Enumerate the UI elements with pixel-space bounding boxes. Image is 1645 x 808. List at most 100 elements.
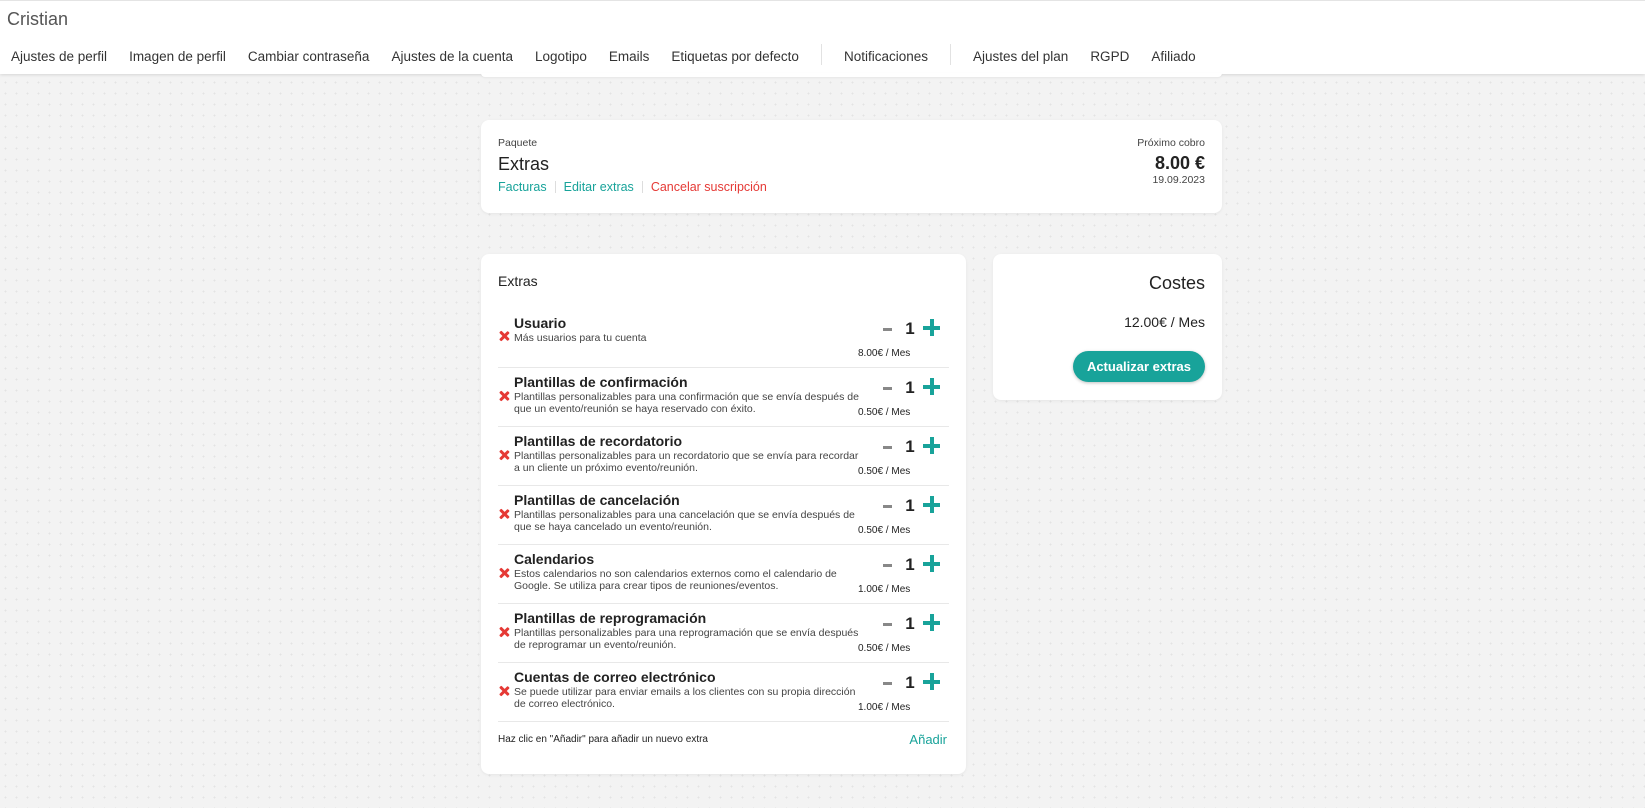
close-icon[interactable]	[498, 685, 510, 697]
extra-description: Más usuarios para tu cuenta	[514, 332, 647, 344]
extra-description: Se puede utilizar para enviar emails a l…	[514, 686, 856, 710]
plus-icon[interactable]	[923, 496, 940, 513]
next-charge-label: Próximo cobro	[1137, 137, 1205, 149]
extra-price: 0.50€ / Mes	[858, 525, 911, 536]
extra-description: Plantillas personalizables para una canc…	[514, 509, 855, 533]
quantity-stepper: 1	[880, 612, 940, 636]
update-extras-button[interactable]: Actualizar extras	[1072, 351, 1205, 382]
minus-icon[interactable]	[880, 435, 896, 459]
tab-profile-settings[interactable]: Ajustes de perfil	[0, 38, 118, 75]
tab-emails[interactable]: Emails	[598, 38, 661, 75]
next-charge-amount: 8.00 €	[1154, 153, 1205, 173]
minus-icon[interactable]	[880, 376, 896, 400]
quantity-stepper: 1	[880, 435, 940, 459]
costs-amount: 12.00€ / Mes	[1124, 314, 1205, 330]
extra-description: Plantillas personalizables para una repr…	[514, 627, 859, 651]
extra-name: Cuentas de correo electrónico	[514, 669, 716, 685]
quantity-stepper: 1	[880, 317, 940, 341]
close-icon[interactable]	[498, 567, 510, 579]
extras-card: Extras Usuario Más usuarios para tu cuen…	[481, 254, 966, 774]
extra-price: 8.00€ / Mes	[858, 348, 911, 359]
extra-name: Calendarios	[514, 551, 595, 567]
extra-price: 0.50€ / Mes	[858, 407, 911, 418]
costs-card: Costes 12.00€ / Mes Actualizar extras	[993, 254, 1222, 400]
close-icon[interactable]	[498, 390, 510, 402]
plus-icon[interactable]	[923, 673, 940, 690]
quantity-value: 1	[905, 378, 915, 397]
link-divider	[641, 181, 643, 193]
quantity-stepper: 1	[880, 553, 940, 577]
tab-divider	[950, 44, 951, 65]
extra-row-users: Usuario Más usuarios para tu cuenta 1 8.…	[498, 309, 949, 368]
invoices-link[interactable]: Facturas	[498, 180, 547, 194]
quantity-stepper: 1	[880, 494, 940, 518]
tab-plan-settings[interactable]: Ajustes del plan	[962, 38, 1080, 75]
extra-description: Plantillas personalizables para un recor…	[514, 450, 859, 474]
quantity-value: 1	[905, 614, 915, 633]
close-icon[interactable]	[498, 626, 510, 638]
add-extra-link[interactable]: Añadir	[909, 732, 947, 747]
costs-title: Costes	[1148, 273, 1205, 293]
plus-icon[interactable]	[923, 319, 940, 336]
extra-name: Plantillas de cancelación	[514, 492, 680, 508]
plus-icon[interactable]	[923, 437, 940, 454]
quantity-value: 1	[905, 496, 915, 515]
edit-extras-link[interactable]: Editar extras	[564, 180, 634, 194]
extra-row-cancellation-templates: Plantillas de cancelación Plantillas per…	[498, 486, 949, 545]
tab-default-labels[interactable]: Etiquetas por defecto	[660, 38, 810, 75]
tab-logo[interactable]: Logotipo	[524, 38, 598, 75]
extra-price: 0.50€ / Mes	[858, 643, 911, 654]
minus-icon[interactable]	[880, 612, 896, 636]
previous-card-edge	[481, 73, 1222, 77]
quantity-value: 1	[905, 673, 915, 692]
quantity-stepper: 1	[880, 671, 940, 695]
extra-row-calendars: Calendarios Estos calendarios no son cal…	[498, 545, 949, 604]
package-card: Paquete Extras Facturas Editar extras Ca…	[481, 120, 1222, 213]
tab-change-password[interactable]: Cambiar contraseña	[237, 38, 381, 75]
minus-icon[interactable]	[880, 671, 896, 695]
plus-icon[interactable]	[923, 555, 940, 572]
extra-name: Usuario	[514, 315, 567, 331]
tab-profile-image[interactable]: Imagen de perfil	[118, 38, 237, 75]
tab-affiliate[interactable]: Afiliado	[1140, 38, 1206, 75]
close-icon[interactable]	[498, 449, 510, 461]
package-name: Extras	[498, 154, 550, 174]
plus-icon[interactable]	[923, 614, 940, 631]
extras-title: Extras	[498, 273, 538, 289]
quantity-value: 1	[905, 437, 915, 456]
plus-icon[interactable]	[923, 378, 940, 395]
next-charge-date: 19.09.2023	[1152, 174, 1205, 186]
package-links: Facturas Editar extras Cancelar suscripc…	[498, 180, 767, 194]
extra-price: 0.50€ / Mes	[858, 466, 911, 477]
extra-price: 1.00€ / Mes	[858, 702, 911, 713]
tab-account-settings[interactable]: Ajustes de la cuenta	[380, 38, 524, 75]
settings-tabs: Ajustes de perfil Imagen de perfil Cambi…	[0, 38, 1207, 75]
quantity-value: 1	[905, 555, 915, 574]
extra-price: 1.00€ / Mes	[858, 584, 911, 595]
extra-row-email-accounts: Cuentas de correo electrónico Se puede u…	[498, 663, 949, 722]
top-header: Cristian Ajustes de perfil Imagen de per…	[0, 0, 1645, 75]
add-extra-hint: Haz clic en "Añadir" para añadir un nuev…	[498, 734, 708, 745]
tab-notifications[interactable]: Notificaciones	[833, 38, 939, 75]
close-icon[interactable]	[498, 330, 510, 342]
extra-name: Plantillas de recordatorio	[514, 433, 683, 449]
extra-row-confirmation-templates: Plantillas de confirmación Plantillas pe…	[498, 368, 949, 427]
quantity-stepper: 1	[880, 376, 940, 400]
tab-gdpr[interactable]: RGPD	[1079, 38, 1140, 75]
quantity-value: 1	[905, 319, 915, 338]
cancel-subscription-link[interactable]: Cancelar suscripción	[651, 180, 767, 194]
tab-divider	[820, 44, 822, 65]
extra-row-reminder-templates: Plantillas de recordatorio Plantillas pe…	[498, 427, 949, 486]
link-divider	[554, 181, 556, 193]
user-name: Cristian	[7, 9, 69, 29]
extra-name: Plantillas de reprogramación	[514, 610, 707, 626]
extra-row-rescheduling-templates: Plantillas de reprogramación Plantillas …	[498, 604, 949, 663]
close-icon[interactable]	[498, 508, 510, 520]
package-label: Paquete	[498, 137, 538, 149]
minus-icon[interactable]	[880, 553, 896, 577]
extra-description: Estos calendarios no son calendarios ext…	[514, 568, 837, 592]
minus-icon[interactable]	[880, 317, 896, 341]
extra-name: Plantillas de confirmación	[514, 374, 688, 390]
extra-description: Plantillas personalizables para una conf…	[514, 391, 859, 415]
minus-icon[interactable]	[880, 494, 896, 518]
